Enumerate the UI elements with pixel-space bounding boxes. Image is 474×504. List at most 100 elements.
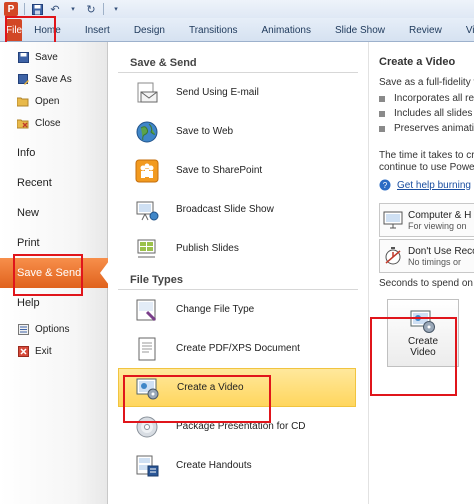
nav-exit-label: Exit xyxy=(35,345,52,357)
undo-icon[interactable]: ↶ xyxy=(49,3,61,16)
publish-slides-option[interactable]: Publish Slides xyxy=(118,229,358,268)
sharepoint-icon xyxy=(134,158,160,184)
qat-separator xyxy=(24,3,25,15)
feature-list: Incorporates all re Includes all slides … xyxy=(379,91,474,136)
nav-new[interactable]: New xyxy=(0,198,107,228)
nav-open[interactable]: Open xyxy=(0,90,107,112)
save-as-icon xyxy=(17,73,29,85)
bullet-icon xyxy=(379,110,385,117)
nav-save-as-label: Save As xyxy=(35,73,72,85)
powerpoint-app-icon[interactable]: P xyxy=(4,2,18,16)
list-item: Includes all slides xyxy=(379,106,474,121)
close-folder-icon xyxy=(17,117,29,129)
bullet-text: Preserves animati xyxy=(394,123,474,134)
save-send-options: Save & Send Send Using E-mail Save to We… xyxy=(118,42,358,504)
create-video-title: Create a Video xyxy=(379,56,456,68)
create-handouts-label: Create Handouts xyxy=(176,460,252,471)
qat-separator xyxy=(103,3,104,15)
nav-help[interactable]: Help xyxy=(0,288,107,318)
nav-save-as[interactable]: Save As xyxy=(0,68,107,90)
save-icon xyxy=(17,51,29,63)
list-item: Incorporates all re xyxy=(379,91,474,106)
broadcast-slide-show-option[interactable]: Broadcast Slide Show xyxy=(118,190,358,229)
video-quality-dropdown[interactable]: Computer & H For viewing on xyxy=(379,203,474,237)
save-icon[interactable] xyxy=(31,3,43,15)
nav-save-and-send-label: Save & Send xyxy=(17,267,82,279)
email-icon xyxy=(134,80,160,106)
pdf-document-icon xyxy=(134,336,160,362)
save-send-heading: Save & Send xyxy=(118,55,358,73)
quality-title: Computer & H xyxy=(408,209,472,221)
get-help-link[interactable]: ? Get help burning xyxy=(379,179,474,191)
tab-home[interactable]: Home xyxy=(22,19,73,41)
tab-review[interactable]: Review xyxy=(397,19,454,41)
timings-dropdown[interactable]: Don't Use Reco No timings or xyxy=(379,239,474,273)
tab-transitions[interactable]: Transitions xyxy=(177,19,250,41)
nav-save-label: Save xyxy=(35,51,58,63)
save-to-web-label: Save to Web xyxy=(176,126,234,137)
create-a-video-label: Create a Video xyxy=(177,382,244,393)
customize-qat-icon[interactable]: ▾ xyxy=(110,3,122,15)
send-using-email-option[interactable]: Send Using E-mail xyxy=(118,73,358,112)
tab-animations[interactable]: Animations xyxy=(250,19,323,41)
create-video-icon xyxy=(135,375,161,401)
tab-file[interactable]: File xyxy=(6,19,23,41)
create-video-icon xyxy=(410,310,435,333)
save-to-sharepoint-label: Save to SharePoint xyxy=(176,165,263,176)
quality-subtitle: For viewing on xyxy=(408,220,467,231)
create-video-button[interactable]: Create Video xyxy=(387,299,459,367)
options-icon xyxy=(17,323,29,335)
handouts-icon xyxy=(134,453,160,479)
tab-design[interactable]: Design xyxy=(122,19,177,41)
bullet-icon xyxy=(379,125,385,132)
redo-icon[interactable]: ↻ xyxy=(85,3,97,16)
nav-save[interactable]: Save xyxy=(0,46,107,68)
nav-open-label: Open xyxy=(35,95,60,107)
open-folder-icon xyxy=(17,95,29,107)
nav-print[interactable]: Print xyxy=(0,228,107,258)
package-for-cd-option[interactable]: Package Presentation for CD xyxy=(118,407,358,446)
timings-title: Don't Use Reco xyxy=(408,245,474,257)
bullet-icon xyxy=(379,95,385,102)
create-video-button-label-2: Video xyxy=(410,346,436,358)
nav-recent[interactable]: Recent xyxy=(0,168,107,198)
nav-info[interactable]: Info xyxy=(0,138,107,168)
tab-view[interactable]: Vi xyxy=(454,19,474,41)
create-pdf-xps-option[interactable]: Create PDF/XPS Document xyxy=(118,329,358,368)
nav-exit[interactable]: Exit xyxy=(0,340,107,362)
app-letter: P xyxy=(7,3,15,15)
tab-insert[interactable]: Insert xyxy=(73,19,122,41)
timings-subtitle: No timings or xyxy=(408,256,462,267)
create-pdf-xps-label: Create PDF/XPS Document xyxy=(176,343,300,354)
stopwatch-icon xyxy=(385,247,401,265)
change-file-type-label: Change File Type xyxy=(176,304,255,315)
create-video-intro: Save as a full-fidelity vi xyxy=(379,77,474,88)
change-file-type-option[interactable]: Change File Type xyxy=(118,290,358,329)
tab-file-label: File xyxy=(6,24,23,36)
create-video-pane: Create a Video Save as a full-fidelity v… xyxy=(368,42,474,504)
broadcast-slide-show-label: Broadcast Slide Show xyxy=(176,204,274,215)
monitor-icon xyxy=(383,211,403,229)
tab-slide-show[interactable]: Slide Show xyxy=(323,19,397,41)
cd-icon xyxy=(134,414,160,440)
publish-slides-icon xyxy=(134,236,160,262)
save-to-web-option[interactable]: Save to Web xyxy=(118,112,358,151)
nav-options-label: Options xyxy=(35,323,70,335)
ribbon-tabs: File Home Insert Design Transitions Anim… xyxy=(0,18,474,42)
nav-options[interactable]: Options xyxy=(0,318,107,340)
nav-close[interactable]: Close xyxy=(0,112,107,134)
time-note-line2: continue to use Power xyxy=(379,162,474,173)
time-note-line1: The time it takes to cre xyxy=(379,150,474,161)
backstage-nav: Save Save As Open Close Info Recent New … xyxy=(0,42,109,504)
exit-icon xyxy=(17,345,29,357)
create-a-video-option[interactable]: Create a Video xyxy=(118,368,356,407)
globe-icon xyxy=(134,119,160,145)
seconds-label: Seconds to spend on e xyxy=(379,278,474,289)
save-to-sharepoint-option[interactable]: Save to SharePoint xyxy=(118,151,358,190)
create-handouts-option[interactable]: Create Handouts xyxy=(118,446,358,485)
quick-access-toolbar: P ↶ ▾ ↻ ▾ xyxy=(0,0,474,18)
publish-slides-label: Publish Slides xyxy=(176,243,239,254)
chevron-down-icon[interactable]: ▾ xyxy=(67,3,79,15)
list-item: Preserves animati xyxy=(379,121,474,136)
nav-save-and-send[interactable]: Save & Send xyxy=(0,258,109,288)
